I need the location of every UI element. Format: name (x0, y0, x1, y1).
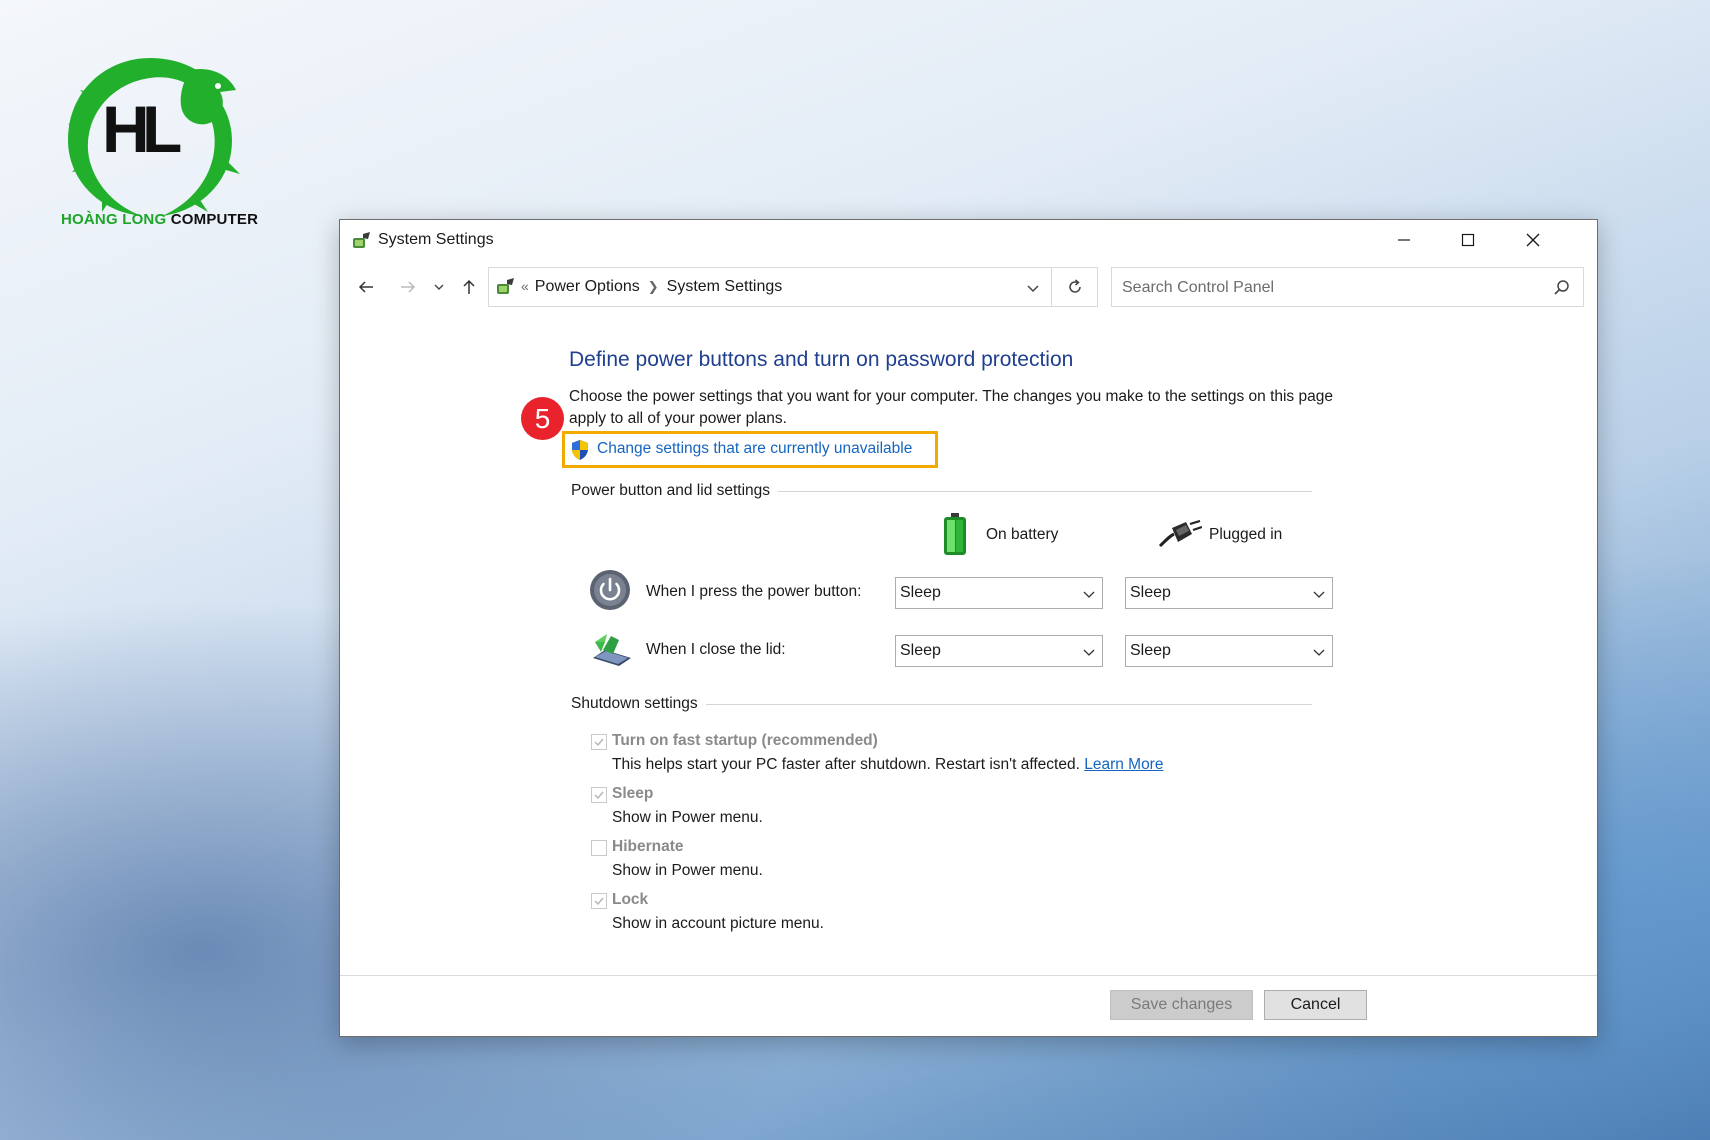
breadcrumb-system-settings[interactable]: System Settings (667, 278, 783, 295)
back-button[interactable] (354, 275, 378, 299)
footer-divider (340, 975, 1597, 976)
search-input[interactable] (1113, 269, 1544, 307)
column-plugged-in: Plugged in (1209, 526, 1283, 543)
minimize-icon (1398, 239, 1410, 241)
maximize-button[interactable] (1436, 220, 1500, 260)
breadcrumb-prefix: « (521, 278, 529, 294)
arrow-left-icon (358, 281, 373, 293)
arrow-right-icon (401, 281, 416, 293)
address-bar[interactable]: « Power Options ❯ System Settings (488, 267, 1052, 307)
up-button[interactable] (457, 275, 481, 299)
column-on-battery: On battery (986, 526, 1059, 543)
sleep-desc: Show in Power menu. (612, 809, 763, 826)
power-options-icon (497, 278, 514, 294)
close-icon (1526, 233, 1540, 247)
minimize-button[interactable] (1372, 220, 1436, 260)
title-bar: System Settings (340, 220, 1597, 260)
hibernate-desc: Show in Power menu. (612, 862, 763, 879)
chevron-down-icon (1313, 649, 1325, 656)
chevron-down-icon (1083, 591, 1095, 598)
breadcrumb-separator-icon: ❯ (647, 279, 659, 294)
learn-more-link[interactable]: Learn More (1084, 756, 1163, 773)
refresh-icon (1068, 279, 1081, 293)
navigation-bar: « Power Options ❯ System Settings (340, 267, 1597, 307)
chevron-down-icon (434, 284, 444, 290)
power-options-icon (353, 232, 370, 248)
hoang-long-logo: H L (68, 58, 240, 216)
fast-startup-checkbox[interactable] (591, 734, 607, 750)
logo-text: HOÀNG LONG COMPUTER (61, 211, 259, 228)
fast-startup-title: Turn on fast startup (recommended) (612, 732, 878, 749)
power-section-label: Power button and lid settings (571, 482, 779, 500)
lock-desc: Show in account picture menu. (612, 915, 824, 932)
recent-locations-button[interactable] (430, 275, 448, 299)
page-description: Choose the power settings that you want … (569, 388, 1333, 427)
select-value: Sleep (900, 584, 941, 601)
breadcrumb-power-options[interactable]: Power Options (535, 278, 640, 295)
svg-text:L: L (142, 92, 182, 166)
page-title: Define power buttons and turn on passwor… (569, 348, 1074, 371)
power-plug-icon (1158, 520, 1202, 548)
forward-button[interactable] (396, 275, 420, 299)
breadcrumb: « Power Options ❯ System Settings (521, 278, 782, 296)
change-settings-link[interactable]: Change settings that are currently unava… (597, 440, 912, 458)
arrow-up-icon (463, 279, 475, 294)
refresh-button[interactable] (1052, 267, 1098, 307)
step-badge: 5 (521, 397, 564, 440)
power-button-on-battery-select[interactable]: Sleep (895, 577, 1103, 609)
checkmark-icon (594, 791, 604, 800)
power-button-icon (590, 570, 630, 610)
system-settings-window: System Settings « Power Options ❯ System… (339, 219, 1598, 1037)
window-title: System Settings (378, 231, 494, 248)
select-value: Sleep (900, 642, 941, 659)
chevron-down-icon[interactable] (1023, 278, 1043, 298)
lock-title: Lock (612, 891, 649, 908)
search-box (1111, 267, 1584, 307)
save-changes-button[interactable]: Save changes (1110, 990, 1253, 1020)
fast-startup-desc-text: This helps start your PC faster after sh… (612, 756, 1080, 773)
chevron-down-icon (1083, 649, 1095, 656)
battery-icon (944, 513, 966, 555)
sleep-title: Sleep (612, 785, 654, 802)
maximize-icon (1461, 233, 1475, 247)
hibernate-checkbox[interactable] (591, 840, 607, 856)
checkmark-icon (594, 897, 604, 906)
close-lid-on-battery-select[interactable]: Sleep (895, 635, 1103, 667)
close-lid-plugged-in-select[interactable]: Sleep (1125, 635, 1333, 667)
select-value: Sleep (1130, 642, 1171, 659)
shutdown-section-label: Shutdown settings (571, 695, 706, 713)
cancel-button[interactable]: Cancel (1264, 990, 1367, 1020)
search-icon[interactable] (1552, 278, 1572, 298)
hibernate-title: Hibernate (612, 838, 684, 855)
power-button-label: When I press the power button: (646, 583, 862, 600)
select-value: Sleep (1130, 584, 1171, 601)
uac-shield-icon (572, 440, 588, 460)
checkmark-icon (594, 738, 604, 747)
chevron-down-icon (1313, 591, 1325, 598)
laptop-lid-icon (593, 634, 631, 666)
close-lid-label: When I close the lid: (646, 641, 786, 658)
fast-startup-desc: This helps start your PC faster after sh… (612, 756, 1163, 774)
sleep-checkbox[interactable] (591, 787, 607, 803)
lock-checkbox[interactable] (591, 893, 607, 909)
close-button[interactable] (1501, 220, 1565, 260)
power-button-plugged-in-select[interactable]: Sleep (1125, 577, 1333, 609)
